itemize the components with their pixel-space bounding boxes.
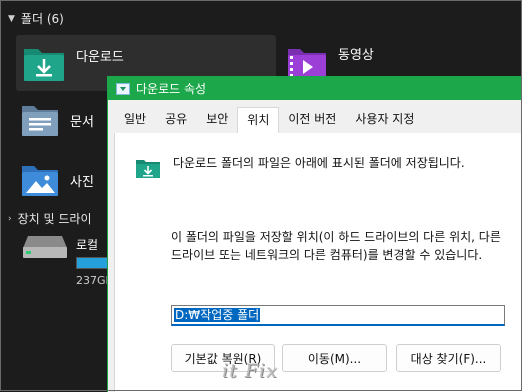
drives-section-header[interactable]: › 장치 및 드라이: [8, 210, 91, 227]
tab-sharing[interactable]: 공유: [155, 106, 197, 133]
tab-location[interactable]: 위치: [237, 107, 280, 134]
documents-folder-icon: [22, 106, 58, 136]
tab-strip: 일반 공유 보안 위치 이전 버전 사용자 지정: [114, 107, 522, 134]
hard-drive-icon: [23, 236, 67, 258]
move-button[interactable]: 이동(M)...: [282, 344, 387, 372]
tab-customize[interactable]: 사용자 지정: [345, 106, 424, 133]
folder-tile-pictures[interactable]: 사진: [20, 158, 110, 202]
location-description: 이 폴더의 파일을 저장할 위치(이 하드 드라이브의 다른 위치, 다른 드라…: [171, 230, 501, 262]
properties-dialog: 다운로드 속성 일반 공유 보안 위치 이전 버전 사용자 지정 다운로드 폴더…: [107, 76, 522, 392]
chevron-right-icon: ›: [8, 213, 12, 224]
location-panel: 다운로드 폴더의 파일은 아래에 표시된 폴더에 저장됩니다. 이 폴더의 파일…: [114, 133, 522, 392]
pictures-folder-icon: [22, 166, 58, 196]
find-target-button[interactable]: 대상 찾기(F)...: [396, 344, 501, 372]
tab-previous-versions[interactable]: 이전 버전: [278, 106, 346, 133]
downloads-folder-icon: [24, 49, 64, 81]
watermark: it Fix: [222, 360, 278, 382]
folder-tile-documents[interactable]: 문서: [20, 98, 110, 142]
folder-label-videos: 동영상: [338, 47, 374, 63]
location-path-input[interactable]: D:₩작업중 폴더: [171, 305, 505, 326]
folder-label-pictures: 사진: [70, 174, 94, 190]
folders-section-header[interactable]: ▼ 폴더 (6): [8, 10, 64, 27]
download-folder-small-icon: [116, 82, 130, 95]
folder-label-downloads: 다운로드: [76, 49, 124, 65]
drive-name: 로컬: [76, 238, 99, 252]
downloads-folder-icon: [136, 160, 160, 178]
selected-path-text: D:₩작업중 폴더: [174, 308, 261, 322]
location-info-text: 다운로드 폴더의 파일은 아래에 표시된 폴더에 저장됩니다.: [173, 156, 465, 170]
chevron-down-icon: ▼: [8, 13, 15, 24]
tab-security[interactable]: 보안: [196, 106, 238, 133]
folder-label-documents: 문서: [70, 114, 94, 130]
dialog-title: 다운로드 속성: [136, 82, 207, 96]
drives-header-label: 장치 및 드라이: [17, 212, 92, 226]
folders-header-label: 폴더 (6): [20, 12, 64, 26]
dialog-titlebar[interactable]: 다운로드 속성: [108, 77, 522, 100]
tab-general[interactable]: 일반: [114, 106, 156, 133]
